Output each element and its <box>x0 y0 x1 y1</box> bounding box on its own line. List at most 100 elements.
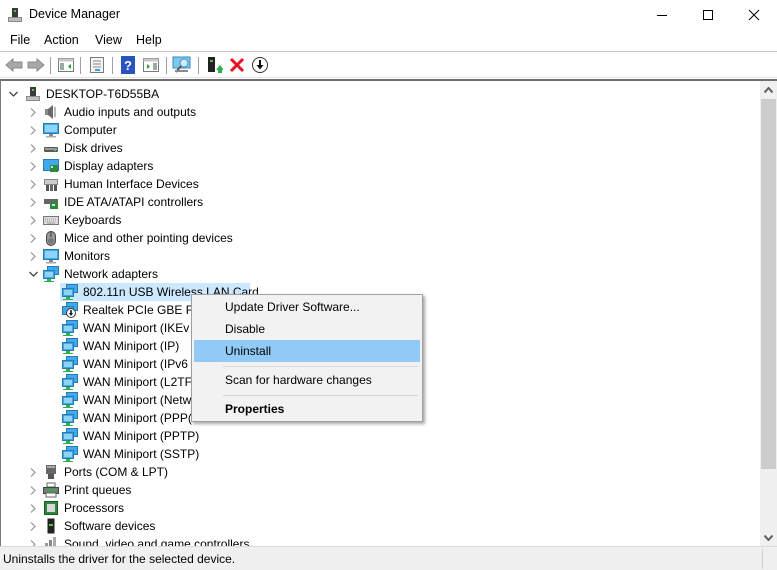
tree-node-category[interactable]: Keyboards <box>1 211 759 229</box>
expander[interactable] <box>28 463 38 481</box>
expander[interactable] <box>28 517 38 535</box>
scroll-up-button[interactable] <box>760 81 777 98</box>
tree-node-category[interactable]: Processors <box>1 499 759 517</box>
chevron-right-icon <box>30 197 36 207</box>
minimize-button[interactable] <box>639 0 685 30</box>
tree-node-device[interactable]: WAN Miniport (SSTP) <box>1 445 759 463</box>
node-label: WAN Miniport (IPv6 <box>83 357 188 371</box>
tree-node-device[interactable]: WAN Miniport (PPTP) <box>1 427 759 445</box>
minimize-icon <box>657 15 667 16</box>
disable-device-button[interactable] <box>250 55 270 75</box>
expander[interactable] <box>28 247 38 265</box>
chevron-right-icon <box>30 485 36 495</box>
node-label: DESKTOP-T6D55BA <box>46 87 160 101</box>
menu-help[interactable]: Help <box>136 33 162 47</box>
back-button[interactable] <box>4 55 24 75</box>
tree-node-category[interactable]: Network adapters <box>1 265 759 283</box>
vertical-scrollbar[interactable] <box>760 81 777 546</box>
menu-item-properties[interactable]: Properties <box>194 398 420 420</box>
expander[interactable] <box>28 211 38 229</box>
node-label: WAN Miniport (IP) <box>83 339 180 353</box>
network-adapter-icon <box>62 356 78 372</box>
help-button[interactable]: ? <box>118 55 138 75</box>
node-label: Mice and other pointing devices <box>64 231 233 245</box>
tree-node-category[interactable]: Display adapters <box>1 157 759 175</box>
menu-action[interactable]: Action <box>44 33 79 47</box>
chevron-right-icon <box>30 125 36 135</box>
scroll-down-button[interactable] <box>760 529 777 546</box>
menu-item-update-driver[interactable]: Update Driver Software... <box>194 296 420 318</box>
computer-tower-icon <box>26 87 40 101</box>
close-button[interactable] <box>731 0 777 30</box>
node-label: WAN Miniport (SSTP) <box>83 447 200 461</box>
status-pane-divider <box>762 549 763 569</box>
menu-view[interactable]: View <box>95 33 122 47</box>
expander[interactable] <box>28 229 38 247</box>
chevron-down-icon <box>28 271 38 277</box>
network-adapter-icon <box>43 266 59 282</box>
tree-node-category[interactable]: Software devices <box>1 517 759 535</box>
device-manager-icon <box>8 7 22 23</box>
menu-file[interactable]: File <box>10 33 30 47</box>
properties-button[interactable] <box>87 55 107 75</box>
tree-node-category[interactable]: Audio inputs and outputs <box>1 103 759 121</box>
tree-node-category[interactable]: Print queues <box>1 481 759 499</box>
node-label: Computer <box>64 123 117 137</box>
forward-arrow-icon <box>27 58 45 72</box>
action-pane-button[interactable] <box>141 55 161 75</box>
close-icon <box>748 9 760 21</box>
back-arrow-icon <box>5 58 23 72</box>
expander[interactable] <box>28 265 38 283</box>
chevron-right-icon <box>30 467 36 477</box>
expander[interactable] <box>28 193 38 211</box>
tree-node-category[interactable]: Ports (COM & LPT) <box>1 463 759 481</box>
expander[interactable] <box>8 85 18 103</box>
tree-node-category[interactable]: Disk drives <box>1 139 759 157</box>
scroll-thumb[interactable] <box>761 99 776 469</box>
expander[interactable] <box>28 175 38 193</box>
chevron-right-icon <box>30 161 36 171</box>
expander[interactable] <box>28 139 38 157</box>
tree-node-category[interactable]: Monitors <box>1 247 759 265</box>
scan-hardware-icon <box>172 56 191 73</box>
chevron-right-icon <box>30 503 36 513</box>
chevron-right-icon <box>30 521 36 531</box>
tree-node-root[interactable]: DESKTOP-T6D55BA <box>1 85 759 103</box>
uninstall-button[interactable] <box>227 55 247 75</box>
tree-node-category[interactable]: Computer <box>1 121 759 139</box>
update-driver-button[interactable] <box>204 55 224 75</box>
toolbar-separator <box>166 57 167 74</box>
software-device-icon <box>47 518 55 534</box>
expander[interactable] <box>28 157 38 175</box>
menu-item-scan-hardware[interactable]: Scan for hardware changes <box>194 369 420 391</box>
maximize-button[interactable] <box>685 0 731 30</box>
chevron-right-icon <box>30 179 36 189</box>
chevron-down-icon <box>8 91 18 97</box>
toolbar: ? <box>0 53 777 78</box>
console-tree-button[interactable] <box>56 55 76 75</box>
action-pane-icon <box>143 58 159 72</box>
tree-node-category[interactable]: IDE ATA/ATAPI controllers <box>1 193 759 211</box>
forward-button[interactable] <box>26 55 46 75</box>
network-adapter-icon <box>62 284 78 300</box>
expander[interactable] <box>28 481 38 499</box>
network-adapter-icon <box>62 428 78 444</box>
disk-drive-icon <box>44 147 58 152</box>
properties-icon <box>90 57 104 73</box>
menu-item-disable[interactable]: Disable <box>194 318 420 340</box>
menu-item-uninstall[interactable]: Uninstall <box>194 340 420 362</box>
node-label: Ports (COM & LPT) <box>64 465 169 479</box>
expander[interactable] <box>28 499 38 517</box>
speaker-icon <box>45 105 56 119</box>
chevron-right-icon <box>30 251 36 261</box>
expander[interactable] <box>28 121 38 139</box>
tree-node-category[interactable]: Mice and other pointing devices <box>1 229 759 247</box>
tree-node-category[interactable]: Human Interface Devices <box>1 175 759 193</box>
network-adapter-icon <box>62 374 78 390</box>
monitor-icon <box>43 123 59 138</box>
menu-bar: File Action View Help <box>0 30 777 52</box>
scan-hardware-button[interactable] <box>172 55 192 75</box>
expander[interactable] <box>28 103 38 121</box>
status-bar: Uninstalls the driver for the selected d… <box>0 546 777 570</box>
node-label: Audio inputs and outputs <box>64 105 197 119</box>
